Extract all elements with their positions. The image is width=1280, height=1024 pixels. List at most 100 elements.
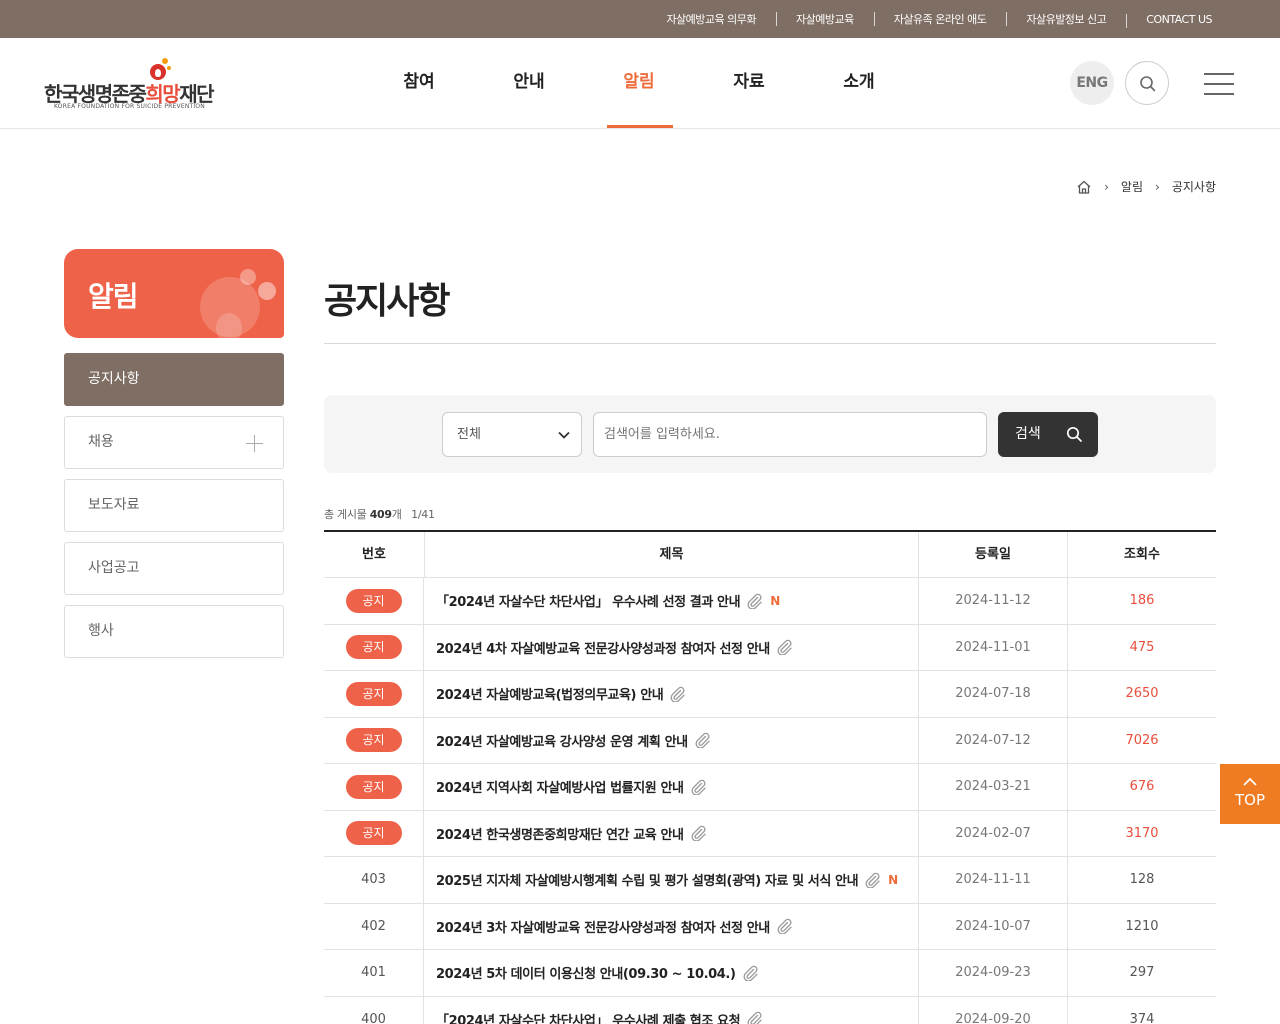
row-number: 공지 <box>324 810 424 856</box>
row-views: 3170 <box>1125 825 1159 841</box>
row-title-link[interactable]: 2024년 자살예방교육 강사양성 운영 계획 안내 <box>436 731 688 750</box>
row-title-link[interactable]: 2024년 5차 데이터 이용신청 안내(09.30 ~ 10.04.) <box>436 963 736 982</box>
breadcrumb-current[interactable]: 공지사항 <box>1172 178 1216 195</box>
gnb-item-guide[interactable]: 안내 <box>474 38 584 128</box>
row-title-cell: 2024년 3차 자살예방교육 전문강사양성과정 참여자 선정 안내 <box>424 903 919 949</box>
row-title-link[interactable]: 2024년 3차 자살예방교육 전문강사양성과정 참여자 선정 안내 <box>436 917 770 936</box>
logo-subtitle: KOREA FOUNDATION FOR SUICIDE PREVENTION <box>54 103 205 110</box>
row-number: 402 <box>324 903 424 949</box>
table-row[interactable]: 공지 2024년 자살예방교육(법정의무교육) 안내 2024-07-18 2650 <box>324 670 1216 717</box>
header-views: 조회수 <box>1124 547 1160 562</box>
site-logo[interactable]: 한국생명존중희망재단 KOREA FOUNDATION FOR SUICIDE … <box>44 52 234 114</box>
gnb-item-notice[interactable]: 알림 <box>584 38 694 128</box>
row-date: 2024-11-12 <box>919 578 1068 624</box>
utility-link-online-mourning[interactable]: 자살유족 온라인 애도 <box>873 11 1007 27</box>
side-menu-item-notice[interactable]: 공지사항 <box>64 353 284 406</box>
row-title-cell: 2024년 5차 데이터 이용신청 안내(09.30 ~ 10.04.) <box>424 950 919 996</box>
search-category-select[interactable]: 전체 <box>442 412 582 457</box>
row-number: 공지 <box>324 764 424 810</box>
search-button[interactable]: 검색 <box>998 412 1098 457</box>
chevron-right-icon: › <box>1155 179 1160 194</box>
utility-link-contact-us[interactable]: CONTACT US <box>1126 13 1220 28</box>
row-views: 297 <box>1129 965 1155 981</box>
search-button-label: 검색 <box>1015 426 1041 442</box>
scroll-top-button[interactable]: TOP <box>1220 764 1280 824</box>
side-menu-item-press[interactable]: 보도자료 <box>64 479 284 532</box>
new-badge: N <box>888 872 898 887</box>
board-search: 전체 검색 <box>324 395 1216 473</box>
utility-link-prevention-education[interactable]: 자살예방교육 <box>776 11 874 27</box>
row-number: 공지 <box>324 578 424 624</box>
paperclip-icon <box>776 918 794 935</box>
row-views: 374 <box>1129 1011 1155 1024</box>
paperclip-icon <box>776 639 794 656</box>
chevron-right-icon: › <box>1104 179 1109 194</box>
table-row[interactable]: 401 2024년 5차 데이터 이용신청 안내(09.30 ~ 10.04.) 2… <box>324 949 1216 996</box>
paperclip-icon <box>669 686 687 702</box>
gnb-item-about[interactable]: 소개 <box>804 38 914 128</box>
notice-badge: 공지 <box>345 774 402 799</box>
row-views: 475 <box>1129 639 1155 655</box>
search-input[interactable] <box>593 412 987 457</box>
chevron-down-icon <box>558 431 570 439</box>
table-row[interactable]: 공지 2024년 4차 자살예방교육 전문강사양성과정 참여자 선정 안내 2024… <box>324 623 1216 670</box>
row-date: 2024-11-11 <box>919 857 1068 903</box>
table-body: 공지 「2024년 자살수단 차단사업」 우수사례 선정 결과 안내 N 2024-1… <box>324 577 1216 1024</box>
row-date: 2024-03-21 <box>919 764 1068 810</box>
table-row[interactable]: 공지 2024년 지역사회 자살예방사업 법률지원 안내 2024-03-21 676 <box>324 763 1216 810</box>
table-row[interactable]: 402 2024년 3차 자살예방교육 전문강사양성과정 참여자 선정 안내 202… <box>324 902 1216 949</box>
table-row[interactable]: 400 「2024년 자살수단 차단사업」 우수사례 제출 협조 요청 2024-0… <box>324 995 1216 1024</box>
row-date: 2024-09-20 <box>919 996 1068 1024</box>
header-search-button[interactable] <box>1125 61 1169 105</box>
row-title-cell: 2025년 지자체 자살예방시행계획 수립 및 평가 설명회(광역) 자료 및 … <box>424 857 919 903</box>
gnb-item-participate[interactable]: 참여 <box>364 38 474 128</box>
hamburger-menu-icon[interactable] <box>1204 73 1236 95</box>
row-date: 2024-07-18 <box>919 671 1068 717</box>
arrow-up-icon <box>1243 777 1257 786</box>
utility-link-report[interactable]: 자살유발정보 신고 <box>1006 11 1126 27</box>
header-number: 번호 <box>362 547 386 562</box>
row-title-link[interactable]: 「2024년 자살수단 차단사업」 우수사례 선정 결과 안내 <box>436 591 741 610</box>
notice-board-table: 번호 제목 등록일 조회수 공지 「2024년 자살수단 차단사업」 우수사례 선… <box>324 530 1216 1024</box>
paperclip-icon <box>690 779 708 795</box>
row-title-link[interactable]: 「2024년 자살수단 차단사업」 우수사례 제출 협조 요청 <box>436 1010 741 1024</box>
row-title-cell: 2024년 한국생명존중희망재단 연간 교육 안내 <box>424 810 919 856</box>
table-row[interactable]: 공지 「2024년 자살수단 차단사업」 우수사례 선정 결과 안내 N 2024-1… <box>324 577 1216 624</box>
row-views: 7026 <box>1125 732 1159 748</box>
row-views: 186 <box>1129 593 1155 609</box>
row-number: 403 <box>324 857 424 903</box>
table-row[interactable]: 공지 2024년 자살예방교육 강사양성 운영 계획 안내 2024-07-12 70… <box>324 716 1216 763</box>
page-title: 공지사항 <box>324 281 450 322</box>
side-menu-title: 알림 <box>64 249 284 338</box>
table-header: 번호 제목 등록일 조회수 <box>324 532 1216 577</box>
search-icon <box>1140 76 1156 92</box>
row-number: 공지 <box>324 624 424 670</box>
utility-bar: 자살예방교육 의무화 자살예방교육 자살유족 온라인 애도 자살유발정보 신고 … <box>0 0 1280 38</box>
english-button[interactable]: ENG <box>1070 61 1114 105</box>
page-indicator: 1/41 <box>411 508 435 521</box>
side-menu-item-events[interactable]: 행사 <box>64 605 284 658</box>
gnb-item-resources[interactable]: 자료 <box>694 38 804 128</box>
row-title-link[interactable]: 2024년 지역사회 자살예방사업 법률지원 안내 <box>436 777 684 796</box>
row-title-link[interactable]: 2024년 자살예방교육(법정의무교육) 안내 <box>436 684 664 703</box>
row-title-link[interactable]: 2024년 한국생명존중희망재단 연간 교육 안내 <box>436 824 684 843</box>
notice-badge: 공지 <box>345 681 402 706</box>
table-row[interactable]: 403 2025년 지자체 자살예방시행계획 수립 및 평가 설명회(광역) 자료… <box>324 856 1216 903</box>
table-row[interactable]: 공지 2024년 한국생명존중희망재단 연간 교육 안내 2024-02-07 317… <box>324 809 1216 856</box>
row-date: 2024-07-12 <box>919 717 1068 763</box>
row-views: 1210 <box>1125 918 1159 934</box>
new-badge: N <box>770 593 780 608</box>
row-title-link[interactable]: 2025년 지자체 자살예방시행계획 수립 및 평가 설명회(광역) 자료 및 … <box>436 870 859 889</box>
row-title-link[interactable]: 2024년 4차 자살예방교육 전문강사양성과정 참여자 선정 안내 <box>436 638 770 657</box>
side-menu-item-business-notice[interactable]: 사업공고 <box>64 542 284 595</box>
row-title-cell: 2024년 지역사회 자살예방사업 법률지원 안내 <box>424 764 919 810</box>
row-title-cell: 2024년 자살예방교육 강사양성 운영 계획 안내 <box>424 717 919 763</box>
side-menu-title-text: 알림 <box>88 280 139 313</box>
side-menu-item-recruit[interactable]: 채용 <box>64 416 284 469</box>
breadcrumb-level1[interactable]: 알림 <box>1121 178 1143 195</box>
plus-icon[interactable] <box>246 435 263 452</box>
paperclip-icon <box>864 872 882 888</box>
home-icon[interactable] <box>1076 179 1092 195</box>
utility-link-education-mandatory[interactable]: 자살예방교육 의무화 <box>646 11 776 27</box>
paperclip-icon <box>746 593 764 609</box>
